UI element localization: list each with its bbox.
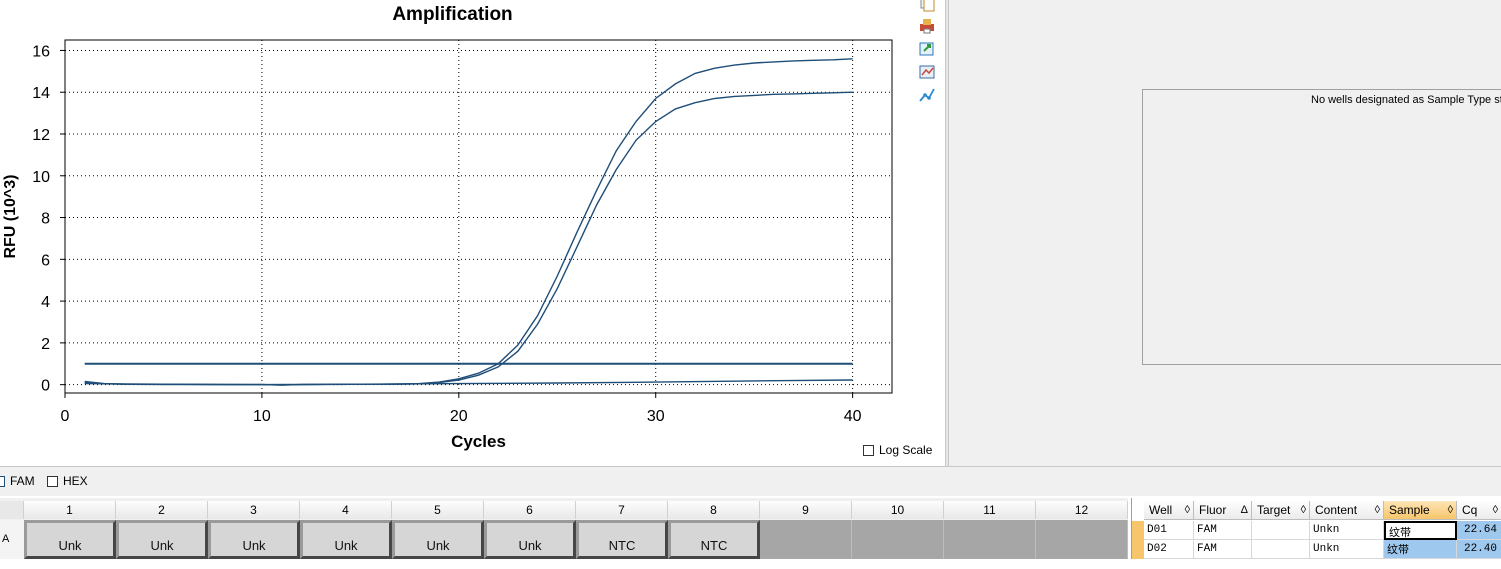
sort-icon[interactable]: ◊ <box>1448 501 1453 520</box>
column-header-label: Well <box>1149 503 1173 517</box>
log-scale-label: Log Scale <box>879 443 933 457</box>
cell-well: D01 <box>1144 521 1194 540</box>
fluor-option-hex[interactable]: HEX <box>47 474 88 488</box>
cell-sample[interactable]: 纹带 <box>1384 521 1457 540</box>
column-header-sample[interactable]: Sample ◊ <box>1384 501 1457 520</box>
y-tick-label: 8 <box>41 211 50 228</box>
x-tick-label: 40 <box>844 408 862 425</box>
y-tick-label: 12 <box>32 127 50 144</box>
column-header-fluor[interactable]: Fluor Δ <box>1194 501 1252 520</box>
y-tick-label: 2 <box>41 336 50 353</box>
column-header-content[interactable]: Content ◊ <box>1310 501 1384 520</box>
plate-column-header[interactable]: 11 <box>944 501 1036 519</box>
column-header-label: Cq <box>1462 503 1478 517</box>
y-tick-label: 14 <box>32 85 50 102</box>
column-header-target[interactable]: Target ◊ <box>1252 501 1310 520</box>
copy-icon[interactable] <box>917 0 937 12</box>
cell-target <box>1252 521 1310 540</box>
plate-column-header[interactable]: 3 <box>208 501 300 519</box>
x-tick-label: 30 <box>647 408 665 425</box>
x-tick-label: 10 <box>253 408 271 425</box>
fluor-option-fam[interactable]: FAM <box>0 474 35 488</box>
export-icon[interactable] <box>917 40 937 58</box>
trace-styles-icon[interactable] <box>917 86 937 104</box>
plate-column-header[interactable]: 9 <box>760 501 852 519</box>
standard-curve-box: No wells designated as Sample Type sta <box>1142 89 1501 365</box>
plate-view: 1 2 3 4 5 6 7 8 9 10 11 12 A Unk Unk Unk Unk Unk Unk NTC N… <box>0 498 1128 559</box>
plate-column-header[interactable]: 5 <box>392 501 484 519</box>
sort-icon[interactable]: ◊ <box>1493 501 1498 520</box>
plate-well[interactable] <box>1036 520 1128 559</box>
standard-curve-panel: No wells designated as Sample Type sta <box>949 0 1501 466</box>
cell-cq: 22.64 <box>1457 521 1501 540</box>
cell-content: Unkn <box>1310 521 1384 540</box>
y-axis-label: RFU (10^3) <box>2 174 19 258</box>
column-header-well[interactable]: Well ◊ <box>1144 501 1194 520</box>
no-standards-message: No wells designated as Sample Type sta <box>1311 94 1501 106</box>
row-selector[interactable] <box>1132 540 1144 559</box>
cell-well: D02 <box>1144 540 1194 559</box>
sort-icon[interactable]: Δ <box>1241 501 1248 520</box>
plate-well[interactable]: Unk <box>392 520 484 559</box>
sort-icon[interactable]: ◊ <box>1375 501 1380 520</box>
column-header-cq[interactable]: Cq ◊ <box>1457 501 1501 520</box>
plate-column-header[interactable]: 1 <box>24 501 116 519</box>
plate-column-header[interactable]: 8 <box>668 501 760 519</box>
plate-well[interactable]: Unk <box>116 520 208 559</box>
sort-icon[interactable]: ◊ <box>1185 501 1190 520</box>
y-tick-label: 0 <box>41 378 50 395</box>
plot-area <box>64 39 893 394</box>
plate-column-header[interactable]: 7 <box>576 501 668 519</box>
plate-row-a-header[interactable]: A <box>0 520 24 559</box>
y-tick-label: 4 <box>41 294 50 311</box>
plate-well[interactable] <box>944 520 1036 559</box>
x-axis-label: Cycles <box>451 432 506 451</box>
plate-well[interactable]: Unk <box>208 520 300 559</box>
cell-fluor: FAM <box>1194 521 1252 540</box>
fam-label: FAM <box>10 474 35 488</box>
plate-column-header[interactable]: 10 <box>852 501 944 519</box>
cell-cq: 22.40 <box>1457 540 1501 559</box>
fam-checkbox[interactable] <box>0 475 5 487</box>
plate-well[interactable] <box>760 520 852 559</box>
print-icon[interactable] <box>917 17 937 35</box>
column-header-label: Target <box>1257 503 1291 517</box>
amplification-chart-panel: Amplification 0 2 4 6 8 10 12 14 16 0 10 20 30 40 Cycl… <box>0 0 945 466</box>
x-tick-label: 0 <box>61 408 70 425</box>
plate-column-header[interactable]: 4 <box>300 501 392 519</box>
y-tick-label: 16 <box>32 43 50 60</box>
sort-icon[interactable]: ◊ <box>1301 501 1306 520</box>
column-header-label: Content <box>1315 503 1358 517</box>
log-scale-checkbox[interactable] <box>863 444 874 456</box>
hex-checkbox[interactable] <box>47 475 58 487</box>
plate-column-header[interactable]: 2 <box>116 501 208 519</box>
hex-label: HEX <box>63 474 88 488</box>
x-tick-label: 20 <box>450 408 468 425</box>
plate-column-header[interactable]: 6 <box>484 501 576 519</box>
row-selector[interactable] <box>1132 521 1144 540</box>
plate-well[interactable]: NTC <box>576 520 668 559</box>
fluorophore-selector: FAM HEX <box>0 466 1501 496</box>
plate-select-all[interactable] <box>0 501 24 519</box>
y-tick-label: 6 <box>41 252 50 269</box>
y-tick-label: 10 <box>32 169 50 186</box>
plate-well[interactable]: Unk <box>300 520 392 559</box>
well-results-table: Well ◊ Fluor Δ Target ◊ Content ◊ Sample ◊ Cq ◊ D01… <box>1131 498 1501 559</box>
log-scale-toggle[interactable]: Log Scale <box>863 443 932 457</box>
plate-well[interactable]: NTC <box>668 520 760 559</box>
column-header-label: Fluor <box>1199 503 1227 517</box>
plate-well[interactable] <box>852 520 944 559</box>
cell-sample[interactable]: 纹带 <box>1384 540 1457 559</box>
amplification-chart: 0 2 4 6 8 10 12 14 16 0 10 20 30 40 Cycles RFU (10^3) <box>2 39 893 451</box>
plate-well[interactable]: Unk <box>484 520 576 559</box>
cell-fluor: FAM <box>1194 540 1252 559</box>
chart-settings-icon[interactable] <box>917 63 937 81</box>
cell-content: Unkn <box>1310 540 1384 559</box>
plate-well[interactable]: Unk <box>24 520 116 559</box>
column-header-label: Sample <box>1389 503 1430 517</box>
plate-column-header[interactable]: 12 <box>1036 501 1128 519</box>
cell-target <box>1252 540 1310 559</box>
